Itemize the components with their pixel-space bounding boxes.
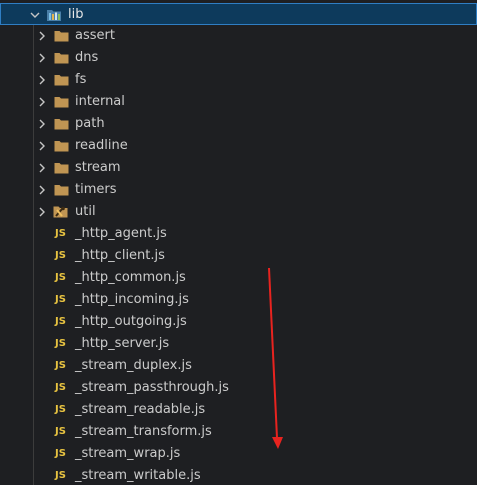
javascript-file-icon: JS	[55, 228, 66, 239]
javascript-file-icon: JS	[55, 250, 66, 261]
tree-item-file[interactable]: JS _stream_wrap.js	[0, 443, 477, 465]
javascript-file-icon: JS	[55, 338, 66, 349]
tree-item-file[interactable]: JS _http_outgoing.js	[0, 311, 477, 333]
tree-item-file[interactable]: JS _stream_transform.js	[0, 421, 477, 443]
folder-icon	[53, 113, 69, 135]
folder-icon	[53, 47, 69, 69]
tree-item-folder-readline[interactable]: readline	[0, 135, 477, 157]
tree-item-label: assert	[75, 28, 115, 43]
tree-item-label: _stream_writable.js	[75, 468, 201, 483]
tree-item-label: _http_common.js	[75, 270, 186, 285]
tree-item-label: util	[75, 204, 96, 219]
tree-item-label: _http_incoming.js	[75, 292, 189, 307]
tree-item-label: internal	[75, 94, 125, 109]
tree-item-lib[interactable]: lib	[0, 3, 477, 25]
folder-icon	[53, 135, 69, 157]
chevron-right-icon[interactable]	[34, 157, 50, 179]
javascript-file-icon: JS	[55, 470, 66, 481]
tree-item-folder-dns[interactable]: dns	[0, 47, 477, 69]
javascript-file-icon: JS	[55, 316, 66, 327]
tree-item-folder-util[interactable]: util	[0, 201, 477, 223]
file-explorer-tree: lib assert dns fs internal path readline…	[0, 0, 477, 485]
chevron-right-icon[interactable]	[34, 25, 50, 47]
chevron-right-icon[interactable]	[34, 201, 50, 223]
tools-folder-icon	[53, 201, 69, 223]
chevron-down-icon[interactable]	[27, 4, 43, 26]
tree-item-folder-assert[interactable]: assert	[0, 25, 477, 47]
tree-item-file[interactable]: JS _stream_readable.js	[0, 399, 477, 421]
tree-item-label: stream	[75, 160, 121, 175]
chevron-right-icon[interactable]	[34, 47, 50, 69]
folder-icon	[53, 157, 69, 179]
tree-item-label: _http_server.js	[75, 336, 170, 351]
tree-item-label: path	[75, 116, 105, 131]
chevron-right-icon[interactable]	[34, 91, 50, 113]
tree-item-label: _http_outgoing.js	[75, 314, 187, 329]
folder-icon	[53, 91, 69, 113]
tree-item-folder-fs[interactable]: fs	[0, 69, 477, 91]
javascript-file-icon: JS	[55, 448, 66, 459]
tree-item-label: readline	[75, 138, 128, 153]
tree-item-label: _stream_wrap.js	[75, 446, 181, 461]
tree-item-folder-stream[interactable]: stream	[0, 157, 477, 179]
tree-item-file[interactable]: JS _http_incoming.js	[0, 289, 477, 311]
javascript-file-icon: JS	[55, 426, 66, 437]
tree-item-file[interactable]: JS _http_agent.js	[0, 223, 477, 245]
tree-item-file[interactable]: JS _stream_duplex.js	[0, 355, 477, 377]
tree-item-file[interactable]: JS _http_client.js	[0, 245, 477, 267]
tree-item-label: timers	[75, 182, 117, 197]
tree-item-folder-internal[interactable]: internal	[0, 91, 477, 113]
tree-item-folder-path[interactable]: path	[0, 113, 477, 135]
javascript-file-icon: JS	[55, 272, 66, 283]
tree-item-label: _stream_duplex.js	[75, 358, 192, 373]
tree-item-file[interactable]: JS _stream_passthrough.js	[0, 377, 477, 399]
javascript-file-icon: JS	[55, 294, 66, 305]
tree-item-label: dns	[75, 50, 99, 65]
tree-item-label: _http_client.js	[75, 248, 165, 263]
chevron-right-icon[interactable]	[34, 113, 50, 135]
tree-item-label: lib	[68, 7, 84, 22]
tree-item-label: _stream_passthrough.js	[75, 380, 229, 395]
tree-item-file[interactable]: JS _stream_writable.js	[0, 465, 477, 485]
tree-item-file[interactable]: JS _http_server.js	[0, 333, 477, 355]
folder-icon	[53, 179, 69, 201]
tree-item-label: _stream_readable.js	[75, 402, 206, 417]
chevron-right-icon[interactable]	[34, 69, 50, 91]
tree-item-folder-timers[interactable]: timers	[0, 179, 477, 201]
tree-item-file[interactable]: JS _http_common.js	[0, 267, 477, 289]
javascript-file-icon: JS	[55, 360, 66, 371]
folder-icon	[53, 69, 69, 91]
javascript-file-icon: JS	[55, 404, 66, 415]
javascript-file-icon: JS	[55, 382, 66, 393]
tree-item-label: _stream_transform.js	[75, 424, 212, 439]
tree-item-label: fs	[75, 72, 87, 87]
chevron-right-icon[interactable]	[34, 179, 50, 201]
chevron-right-icon[interactable]	[34, 135, 50, 157]
library-folder-icon	[46, 4, 62, 26]
tree-item-label: _http_agent.js	[75, 226, 167, 241]
folder-icon	[53, 25, 69, 47]
